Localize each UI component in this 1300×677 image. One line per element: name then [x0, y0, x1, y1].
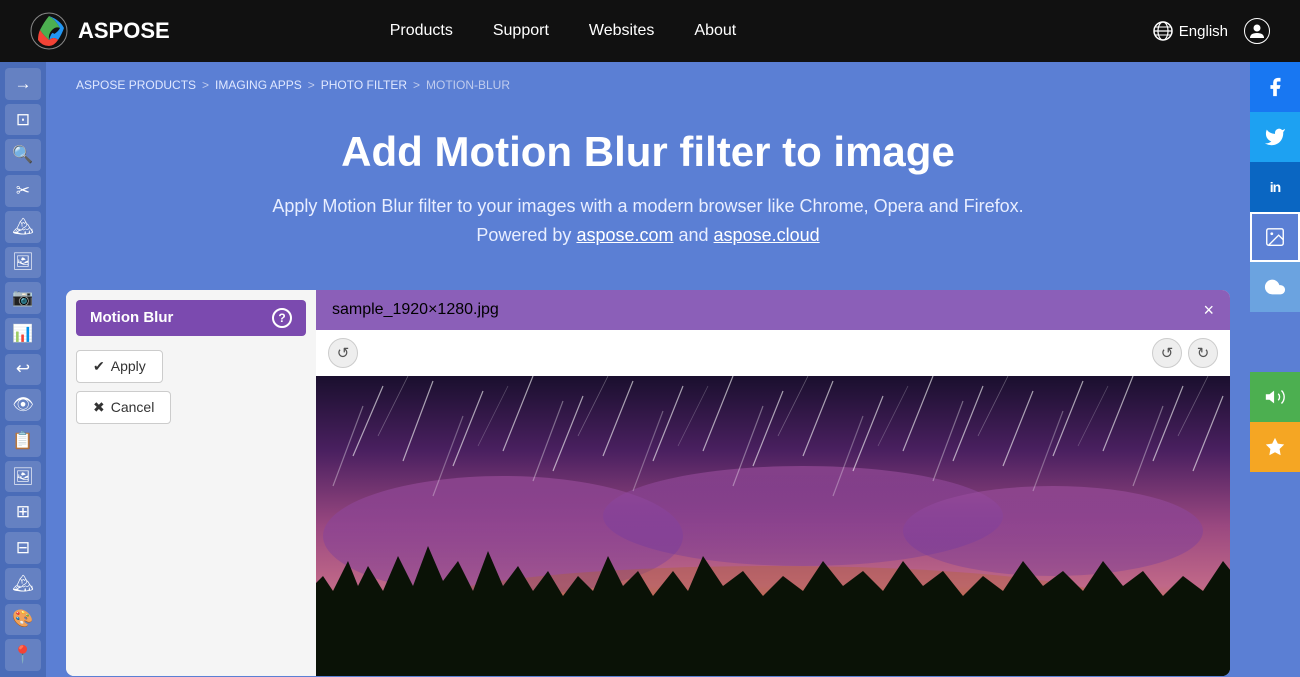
breadcrumb: ASPOSE PRODUCTS > IMAGING APPS > PHOTO F… — [46, 62, 1250, 108]
tool-clipboard[interactable]: 📋 — [5, 425, 41, 457]
image-preview — [316, 376, 1230, 676]
sep2: > — [308, 78, 315, 92]
twitter-icon — [1264, 126, 1286, 148]
logo-link[interactable]: ASPOSE — [30, 12, 170, 50]
redo-button[interactable]: ↻ — [1188, 338, 1218, 368]
editor-canvas — [316, 376, 1230, 676]
aspose-logo-icon — [30, 12, 68, 50]
undo-redo-group: ↺ ↻ — [1152, 338, 1218, 368]
tool-camera[interactable]: 📷 — [5, 282, 41, 314]
nav-links: Products Support Websites About — [390, 22, 737, 40]
star-icon — [1264, 436, 1286, 458]
tool-pin[interactable]: 📍 — [5, 639, 41, 671]
editor-right: sample_1920×1280.jpg × ↺ ↺ ↻ — [316, 290, 1230, 676]
tool-landscape[interactable]: 🏔 — [5, 211, 41, 243]
linkedin-button[interactable]: in — [1250, 162, 1300, 212]
star-button[interactable] — [1250, 422, 1300, 472]
tool-select[interactable]: ⊡ — [5, 104, 41, 136]
nav-about[interactable]: About — [694, 22, 736, 40]
image-share-button[interactable] — [1250, 212, 1300, 262]
main-content: ASPOSE PRODUCTS > IMAGING APPS > PHOTO F… — [46, 62, 1250, 676]
cloud-button[interactable] — [1250, 262, 1300, 312]
brand-name: ASPOSE — [78, 18, 170, 44]
tool-grid[interactable]: ⊞ — [5, 496, 41, 528]
editor-wrapper: Motion Blur ? ✔ Apply ✖ Cancel sample_19… — [66, 290, 1230, 676]
facebook-button[interactable] — [1250, 62, 1300, 112]
user-avatar-icon — [1249, 23, 1265, 39]
filter-label-bar: Motion Blur ? — [76, 300, 306, 336]
checkmark-icon: ✔ — [93, 358, 105, 375]
close-button[interactable]: × — [1203, 301, 1214, 319]
tool-image[interactable]: 🖼 — [5, 247, 41, 279]
hero-section: Add Motion Blur filter to image Apply Mo… — [46, 108, 1250, 280]
nav-websites[interactable]: Websites — [589, 22, 655, 40]
tool-paint[interactable]: 🎨 — [5, 604, 41, 636]
help-button[interactable]: ? — [272, 308, 292, 328]
breadcrumb-imaging[interactable]: IMAGING APPS — [215, 78, 302, 92]
nav-products[interactable]: Products — [390, 22, 453, 40]
facebook-icon — [1264, 76, 1286, 98]
tool-undo[interactable]: ↩ — [5, 354, 41, 386]
undo-button[interactable]: ↺ — [1152, 338, 1182, 368]
editor-topbar: sample_1920×1280.jpg × — [316, 290, 1230, 330]
hero-subtitle: Apply Motion Blur filter to your images … — [66, 192, 1230, 250]
cloud-icon — [1262, 276, 1288, 298]
breadcrumb-filter[interactable]: PHOTO FILTER — [321, 78, 407, 92]
navbar-right: English — [1153, 18, 1270, 44]
tool-gallery[interactable]: 🖼 — [5, 461, 41, 493]
tool-forward[interactable]: → — [5, 68, 41, 100]
aspose-com-link[interactable]: aspose.com — [576, 225, 673, 245]
apply-button[interactable]: ✔ Apply — [76, 350, 163, 383]
filter-name: Motion Blur — [90, 309, 173, 326]
language-label: English — [1179, 23, 1228, 40]
tool-chart[interactable]: 📊 — [5, 318, 41, 350]
sep3: > — [413, 78, 420, 92]
announce-button[interactable] — [1250, 372, 1300, 422]
x-icon: ✖ — [93, 399, 105, 416]
navbar: ASPOSE Products Support Websites About E… — [0, 0, 1300, 62]
editor-toolbar: ↺ ↺ ↻ — [316, 330, 1230, 376]
right-sidebar: in — [1250, 62, 1300, 472]
file-name: sample_1920×1280.jpg — [332, 301, 499, 319]
image-share-icon — [1264, 226, 1286, 248]
refresh-icon: ↺ — [337, 344, 350, 362]
aspose-cloud-link[interactable]: aspose.cloud — [714, 225, 820, 245]
user-icon[interactable] — [1244, 18, 1270, 44]
star-trails-svg — [316, 376, 1230, 676]
nav-support[interactable]: Support — [493, 22, 549, 40]
twitter-button[interactable] — [1250, 112, 1300, 162]
refresh-button[interactable]: ↺ — [328, 338, 358, 368]
tool-zoom[interactable]: 🔍 — [5, 139, 41, 171]
redo-icon: ↻ — [1197, 344, 1210, 362]
breadcrumb-products[interactable]: ASPOSE PRODUCTS — [76, 78, 196, 92]
editor-left-panel: Motion Blur ? ✔ Apply ✖ Cancel — [66, 290, 316, 676]
tool-view[interactable]: 👁 — [5, 389, 41, 421]
page-title: Add Motion Blur filter to image — [66, 128, 1230, 176]
sep1: > — [202, 78, 209, 92]
breadcrumb-current: MOTION-BLUR — [426, 78, 510, 92]
left-sidebar: → ⊡ 🔍 ✂ 🏔 🖼 📷 📊 ↩ 👁 📋 🖼 ⊞ ⊟ 🏔 🎨 📍 — [0, 62, 46, 677]
cancel-button[interactable]: ✖ Cancel — [76, 391, 171, 424]
tool-mountain[interactable]: 🏔 — [5, 568, 41, 600]
tool-crop[interactable]: ✂ — [5, 175, 41, 207]
language-button[interactable]: English — [1153, 21, 1228, 41]
tool-frame[interactable]: ⊟ — [5, 532, 41, 564]
undo-icon: ↺ — [1161, 344, 1174, 362]
globe-icon — [1153, 21, 1173, 41]
announce-icon — [1264, 386, 1286, 408]
